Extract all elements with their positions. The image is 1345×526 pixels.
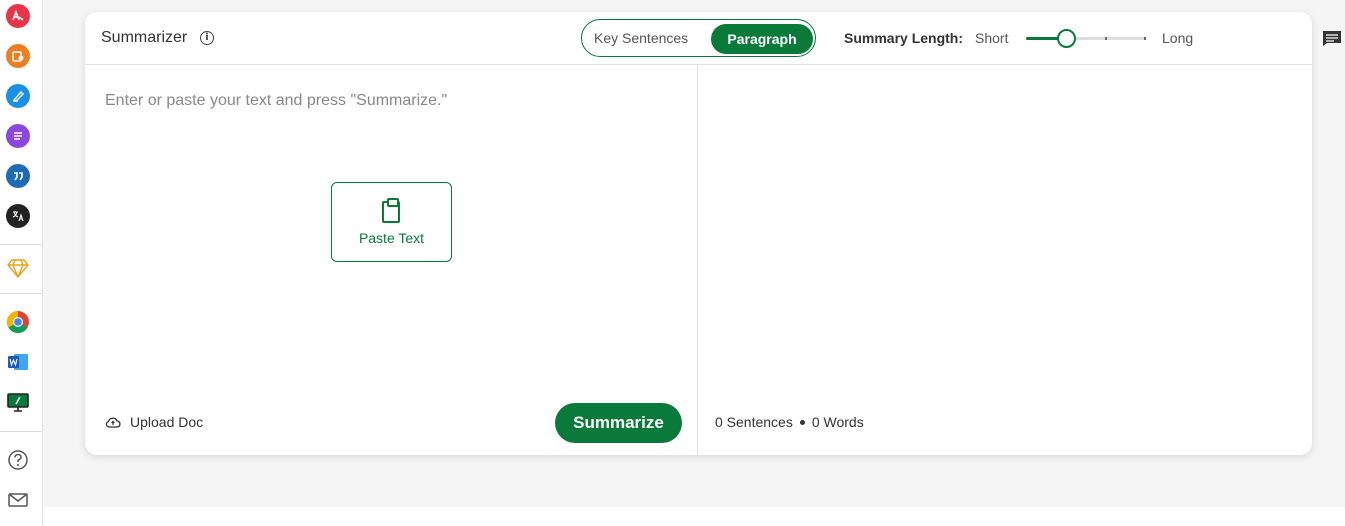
cloud-upload-icon [105, 417, 121, 428]
paraphraser-icon[interactable] [6, 4, 30, 28]
output-stats: 0 Sentences 0 Words [715, 414, 864, 430]
mode-key-sentences[interactable]: Key Sentences [594, 30, 688, 46]
slider-tick [1105, 37, 1107, 40]
word-count: 0 Words [811, 414, 864, 430]
chrome-icon[interactable] [6, 310, 30, 334]
slider-tick [1144, 37, 1146, 40]
word-icon[interactable] [6, 350, 30, 374]
summary-length-short-label: Short [975, 30, 1009, 46]
summary-length-label: Summary Length: [844, 30, 964, 46]
citation-icon[interactable] [6, 164, 30, 188]
footer-strip [43, 507, 1345, 526]
paste-text-label: Paste Text [358, 230, 425, 246]
input-textarea[interactable]: Enter or paste your text and press "Summ… [105, 92, 447, 110]
mode-toggle: Key Sentences Paragraph [581, 19, 816, 57]
upload-doc-label: Upload Doc [130, 414, 204, 430]
rail-divider [0, 244, 42, 245]
upload-doc-button[interactable]: Upload Doc [105, 414, 203, 430]
slider-thumb[interactable] [1056, 29, 1076, 48]
separator-dot [799, 419, 805, 425]
page-title: Summarizer [101, 29, 188, 46]
desktop-icon[interactable] [6, 390, 30, 414]
card-header: Summarizer i Key Sentences Paragraph Sum… [85, 12, 1312, 65]
summarizer-icon[interactable] [6, 124, 30, 148]
feedback-icon[interactable] [1322, 30, 1342, 47]
clipboard-icon [382, 198, 400, 223]
pane-divider [697, 65, 698, 455]
rail-divider [0, 431, 42, 432]
app-rail [0, 0, 43, 526]
summary-length-long-label: Long [1162, 30, 1194, 46]
info-icon[interactable]: i [200, 31, 214, 45]
summarizer-card: Summarizer i Key Sentences Paragraph Sum… [85, 12, 1312, 455]
grammar-icon[interactable] [6, 44, 30, 68]
paste-text-button[interactable]: Paste Text [331, 182, 452, 262]
rail-divider [0, 293, 42, 294]
summary-length-slider[interactable] [1026, 29, 1146, 48]
sentence-count: 0 Sentences [715, 414, 793, 430]
help-icon[interactable] [6, 448, 30, 472]
translate-icon[interactable] [6, 204, 30, 228]
cowriter-icon[interactable] [6, 84, 30, 108]
premium-icon[interactable] [6, 256, 30, 280]
mail-icon[interactable] [6, 488, 30, 512]
mode-paragraph[interactable]: Paragraph [711, 24, 813, 54]
summarize-button[interactable]: Summarize [555, 403, 682, 443]
